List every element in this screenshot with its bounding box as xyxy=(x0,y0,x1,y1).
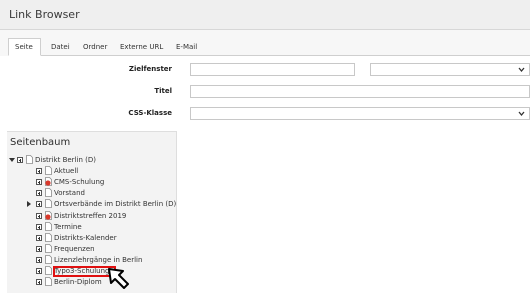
expand-toggle-icon[interactable] xyxy=(36,168,42,174)
page-icon xyxy=(45,222,52,231)
expand-toggle-icon[interactable] xyxy=(36,179,42,185)
tab-externe-url[interactable]: Externe URL xyxy=(114,39,169,56)
tree-item-label: Ortsverbände im Distrikt Berlin (D) xyxy=(54,200,177,208)
page-icon xyxy=(45,199,52,208)
css-klasse-select[interactable] xyxy=(190,107,530,120)
page-restricted-icon xyxy=(45,211,52,220)
css-klasse-label: CSS-Klasse xyxy=(128,109,172,117)
caret-down-icon[interactable] xyxy=(9,157,15,163)
tab-ordner[interactable]: Ordner xyxy=(77,39,113,56)
zielfenster-input[interactable] xyxy=(190,63,355,76)
page-icon xyxy=(45,166,52,175)
expand-toggle-icon[interactable] xyxy=(36,224,42,230)
expand-toggle-icon[interactable] xyxy=(36,213,42,219)
caret-right-icon[interactable] xyxy=(26,201,32,207)
link-options-form: Zielfenster Titel CSS-Klasse xyxy=(0,56,530,126)
zielfenster-select[interactable] xyxy=(370,63,530,76)
expand-toggle-icon[interactable] xyxy=(36,268,42,274)
titel-label: Titel xyxy=(154,87,172,95)
page-icon xyxy=(45,266,52,275)
expand-toggle-icon[interactable] xyxy=(36,235,42,241)
expand-toggle-icon[interactable] xyxy=(36,190,42,196)
page-icon xyxy=(45,255,52,264)
expand-toggle-icon[interactable] xyxy=(17,157,23,163)
tab-email[interactable]: E-Mail xyxy=(170,39,203,56)
expand-toggle-icon[interactable] xyxy=(36,246,42,252)
window-title: Link Browser xyxy=(9,8,80,21)
page-icon xyxy=(26,155,33,164)
page-icon xyxy=(45,244,52,253)
page-icon xyxy=(45,277,52,286)
tab-seite[interactable]: Seite xyxy=(8,38,41,56)
page-tree-title: Seitenbaum xyxy=(10,137,71,148)
arrow-pointer-icon xyxy=(108,268,129,289)
link-browser-window: Link Browser Seite Datei Ordner Externe … xyxy=(0,0,530,293)
titel-input[interactable] xyxy=(190,85,530,98)
expand-toggle-icon[interactable] xyxy=(36,279,42,285)
tab-bar: Seite Datei Ordner Externe URL E-Mail xyxy=(0,30,530,56)
header-bar: Link Browser xyxy=(0,0,530,30)
page-restricted-icon xyxy=(45,177,52,186)
tree-item[interactable]: Ortsverbände im Distrikt Berlin (D) xyxy=(0,198,180,210)
expand-toggle-icon[interactable] xyxy=(36,257,42,263)
tree-item[interactable]: Berlin-Diplom xyxy=(0,276,180,288)
page-icon xyxy=(45,233,52,242)
expand-toggle-icon[interactable] xyxy=(36,201,42,207)
zielfenster-label: Zielfenster xyxy=(128,65,172,73)
tab-datei[interactable]: Datei xyxy=(45,39,76,56)
tree-item-label: Berlin-Diplom xyxy=(54,278,102,286)
chevron-down-icon xyxy=(518,111,525,116)
page-icon xyxy=(45,188,52,197)
chevron-down-icon xyxy=(518,67,525,72)
